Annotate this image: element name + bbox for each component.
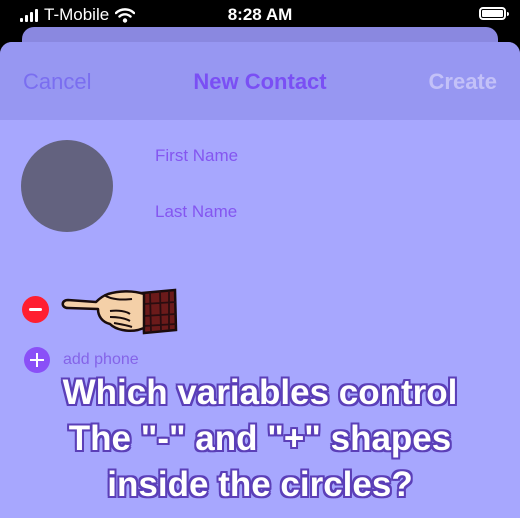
pointing-hand-icon (61, 288, 178, 335)
nav-bar: Cancel New Contact Create (0, 42, 520, 120)
caption-line-1: Which variables control (62, 373, 458, 412)
status-time: 8:28 AM (227, 5, 293, 24)
battery-icon (479, 7, 509, 20)
new-contact-sheet: Cancel New Contact Create First Name Las… (0, 42, 520, 518)
status-bar: T-Mobile 8:28 AM (0, 0, 520, 30)
last-name-field[interactable]: Last Name (155, 202, 237, 222)
contact-avatar[interactable] (21, 140, 113, 232)
remove-phone-minus-icon[interactable] (22, 296, 49, 323)
first-name-field[interactable]: First Name (155, 146, 238, 166)
caption-line-3: inside the circles? (107, 465, 413, 504)
create-button[interactable]: Create (429, 69, 497, 95)
add-phone-label[interactable]: add phone (63, 351, 139, 369)
caption-overlay: Which variables control The "-" and "+" … (0, 370, 520, 508)
caption-line-2: The "-" and "+" shapes (68, 419, 452, 458)
